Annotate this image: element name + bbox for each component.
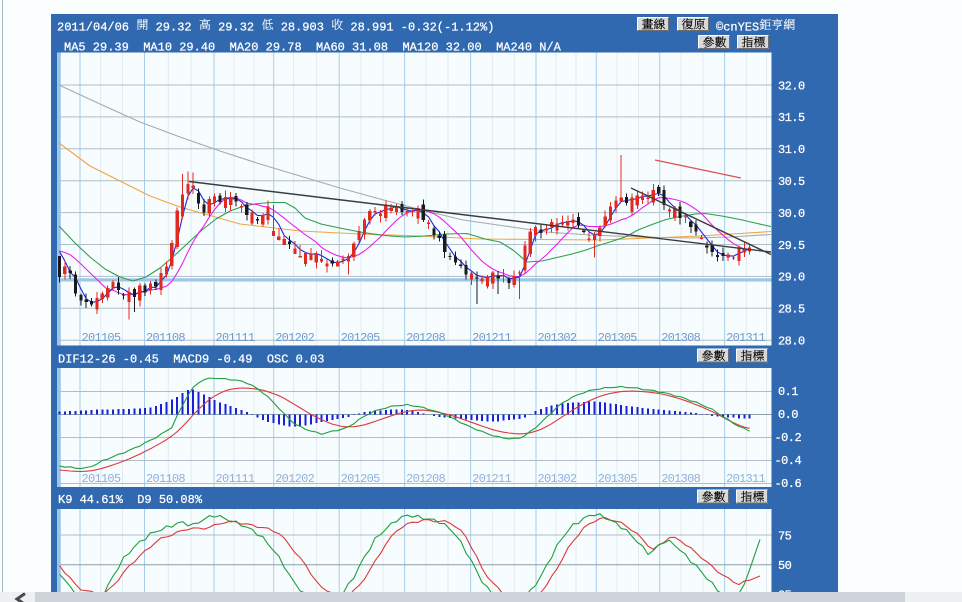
svg-text:201208: 201208 <box>406 331 445 345</box>
svg-text:201111: 201111 <box>216 472 255 486</box>
svg-text:28.5: 28.5 <box>778 303 805 317</box>
svg-text:30.0: 30.0 <box>778 207 805 221</box>
svg-text:201302: 201302 <box>538 472 577 486</box>
svg-text:31.5: 31.5 <box>778 111 805 125</box>
svg-text:DIF12-26 -0.45 MACD9 -0.49 O: DIF12-26 -0.45 MACD9 -0.49 OSC 0.03 <box>58 353 324 367</box>
svg-text:201208: 201208 <box>406 472 445 486</box>
svg-text:201311: 201311 <box>726 331 765 345</box>
svg-text:32.0: 32.0 <box>778 79 805 93</box>
svg-text:201302: 201302 <box>538 331 577 345</box>
svg-text:©cnYES: ©cnYES <box>716 21 759 35</box>
svg-text:201205: 201205 <box>341 472 380 486</box>
svg-text:29.32: 29.32 <box>148 21 198 35</box>
svg-text:-0.2: -0.2 <box>775 431 802 445</box>
svg-text:-0.6: -0.6 <box>775 477 802 491</box>
svg-text:75: 75 <box>778 529 792 543</box>
svg-text:2011/04/06: 2011/04/06 <box>57 21 136 35</box>
svg-text:-0.4: -0.4 <box>775 454 802 468</box>
svg-text:0.0: 0.0 <box>778 408 798 422</box>
svg-text:28.903: 28.903 <box>274 21 332 35</box>
svg-text:29.32: 29.32 <box>211 21 261 35</box>
svg-text:201305: 201305 <box>598 472 637 486</box>
svg-text:31.0: 31.0 <box>778 143 805 157</box>
svg-text:29.5: 29.5 <box>778 239 805 253</box>
svg-text:201111: 201111 <box>216 331 255 345</box>
svg-text:MA5 29.39 MA10 29.40 MA20 29: MA5 29.39 MA10 29.40 MA20 29.78 MA60 31.… <box>64 41 562 55</box>
svg-text:28.991 -0.32(-1.12%): 28.991 -0.32(-1.12%) <box>343 21 494 35</box>
svg-text:201108: 201108 <box>146 331 185 345</box>
svg-text:201211: 201211 <box>472 331 511 345</box>
svg-text:0.1: 0.1 <box>778 385 798 399</box>
svg-text:201308: 201308 <box>661 472 700 486</box>
svg-text:201308: 201308 <box>661 331 700 345</box>
svg-text:50: 50 <box>778 559 792 573</box>
svg-text:30.5: 30.5 <box>778 175 805 189</box>
svg-text:201305: 201305 <box>598 331 637 345</box>
svg-text:201202: 201202 <box>275 331 314 345</box>
svg-text:201105: 201105 <box>82 331 121 345</box>
svg-text:201205: 201205 <box>341 331 380 345</box>
svg-text:K9 44.61% D9 50.08%: K9 44.61% D9 50.08% <box>58 493 203 507</box>
svg-text:28.0: 28.0 <box>778 335 805 349</box>
svg-text:201202: 201202 <box>275 472 314 486</box>
svg-text:201108: 201108 <box>146 472 185 486</box>
svg-text:201311: 201311 <box>726 472 765 486</box>
svg-text:29.0: 29.0 <box>778 271 805 285</box>
svg-text:201105: 201105 <box>82 472 121 486</box>
svg-text:201211: 201211 <box>472 472 511 486</box>
